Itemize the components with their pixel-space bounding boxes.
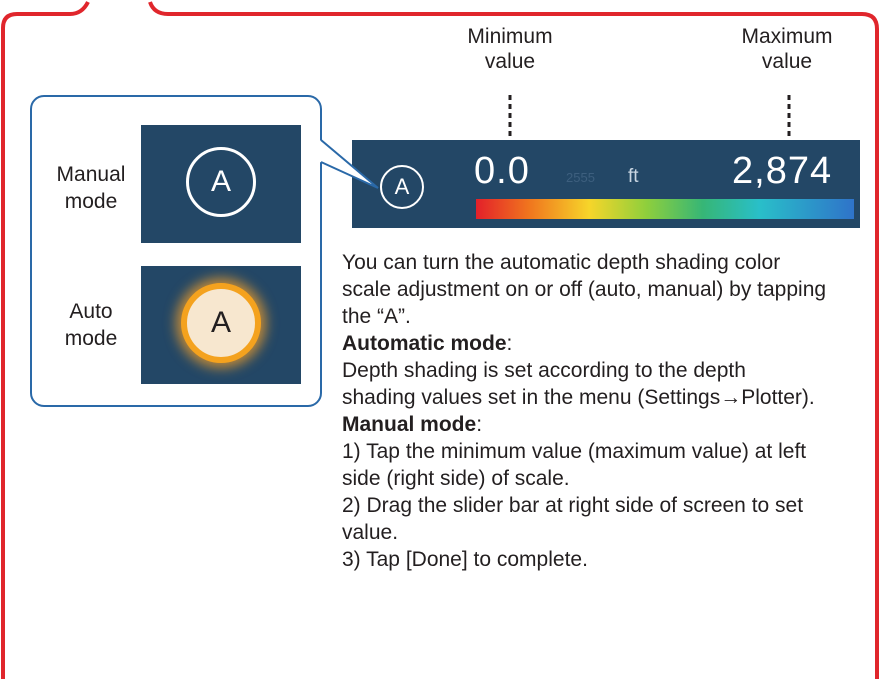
- maximum-value-label: Maximum value: [722, 24, 852, 74]
- manual-mode-label: Manual mode: [38, 161, 144, 215]
- depth-unit: ft: [628, 166, 639, 187]
- intro-paragraph: You can turn the automatic depth shading…: [342, 251, 827, 328]
- max-label-line2: value: [761, 50, 813, 73]
- description-text: You can turn the automatic depth shading…: [342, 249, 862, 573]
- manual-mode-a-icon: A: [186, 147, 256, 217]
- min-label-line1: Minimum: [467, 25, 553, 48]
- max-label-line1: Maximum: [741, 25, 833, 48]
- ghost-depth-text: 2555: [566, 170, 595, 185]
- manual-mode-tile: A: [141, 125, 301, 243]
- auto-mode-label-line2: mode: [64, 327, 118, 350]
- manual-step-3: 3) Tap [Done] to complete.: [342, 548, 588, 571]
- minimum-value-label: Minimum value: [454, 24, 566, 74]
- min-label-line2: value: [484, 50, 536, 73]
- auto-mode-a-icon: A: [181, 283, 261, 363]
- auto-mode-label: Auto mode: [38, 298, 144, 352]
- auto-mode-label-line1: Auto: [69, 300, 113, 323]
- manual-mode-label-line2: mode: [64, 190, 118, 213]
- manual-mode-label-line1: Manual: [56, 163, 126, 186]
- automatic-mode-heading-text: Automatic mode: [342, 332, 507, 355]
- manual-step-1: 1) Tap the minimum value (maximum value)…: [342, 440, 807, 490]
- automatic-mode-heading: Automatic mode:: [342, 332, 513, 355]
- manual-step-2: 2) Drag the slider bar at right side of …: [342, 494, 804, 544]
- auto-mode-tile: A: [141, 266, 301, 384]
- maximum-value-readout[interactable]: 2,874: [732, 150, 832, 193]
- depth-color-scale: [476, 199, 854, 219]
- minimum-value-readout[interactable]: 0.0: [474, 150, 530, 193]
- automatic-mode-text: Depth shading is set according to the de…: [342, 359, 815, 409]
- manual-mode-heading: Manual mode:: [342, 413, 483, 436]
- auto-mode-toggle-button[interactable]: A: [380, 165, 424, 209]
- manual-mode-heading-text: Manual mode: [342, 413, 477, 436]
